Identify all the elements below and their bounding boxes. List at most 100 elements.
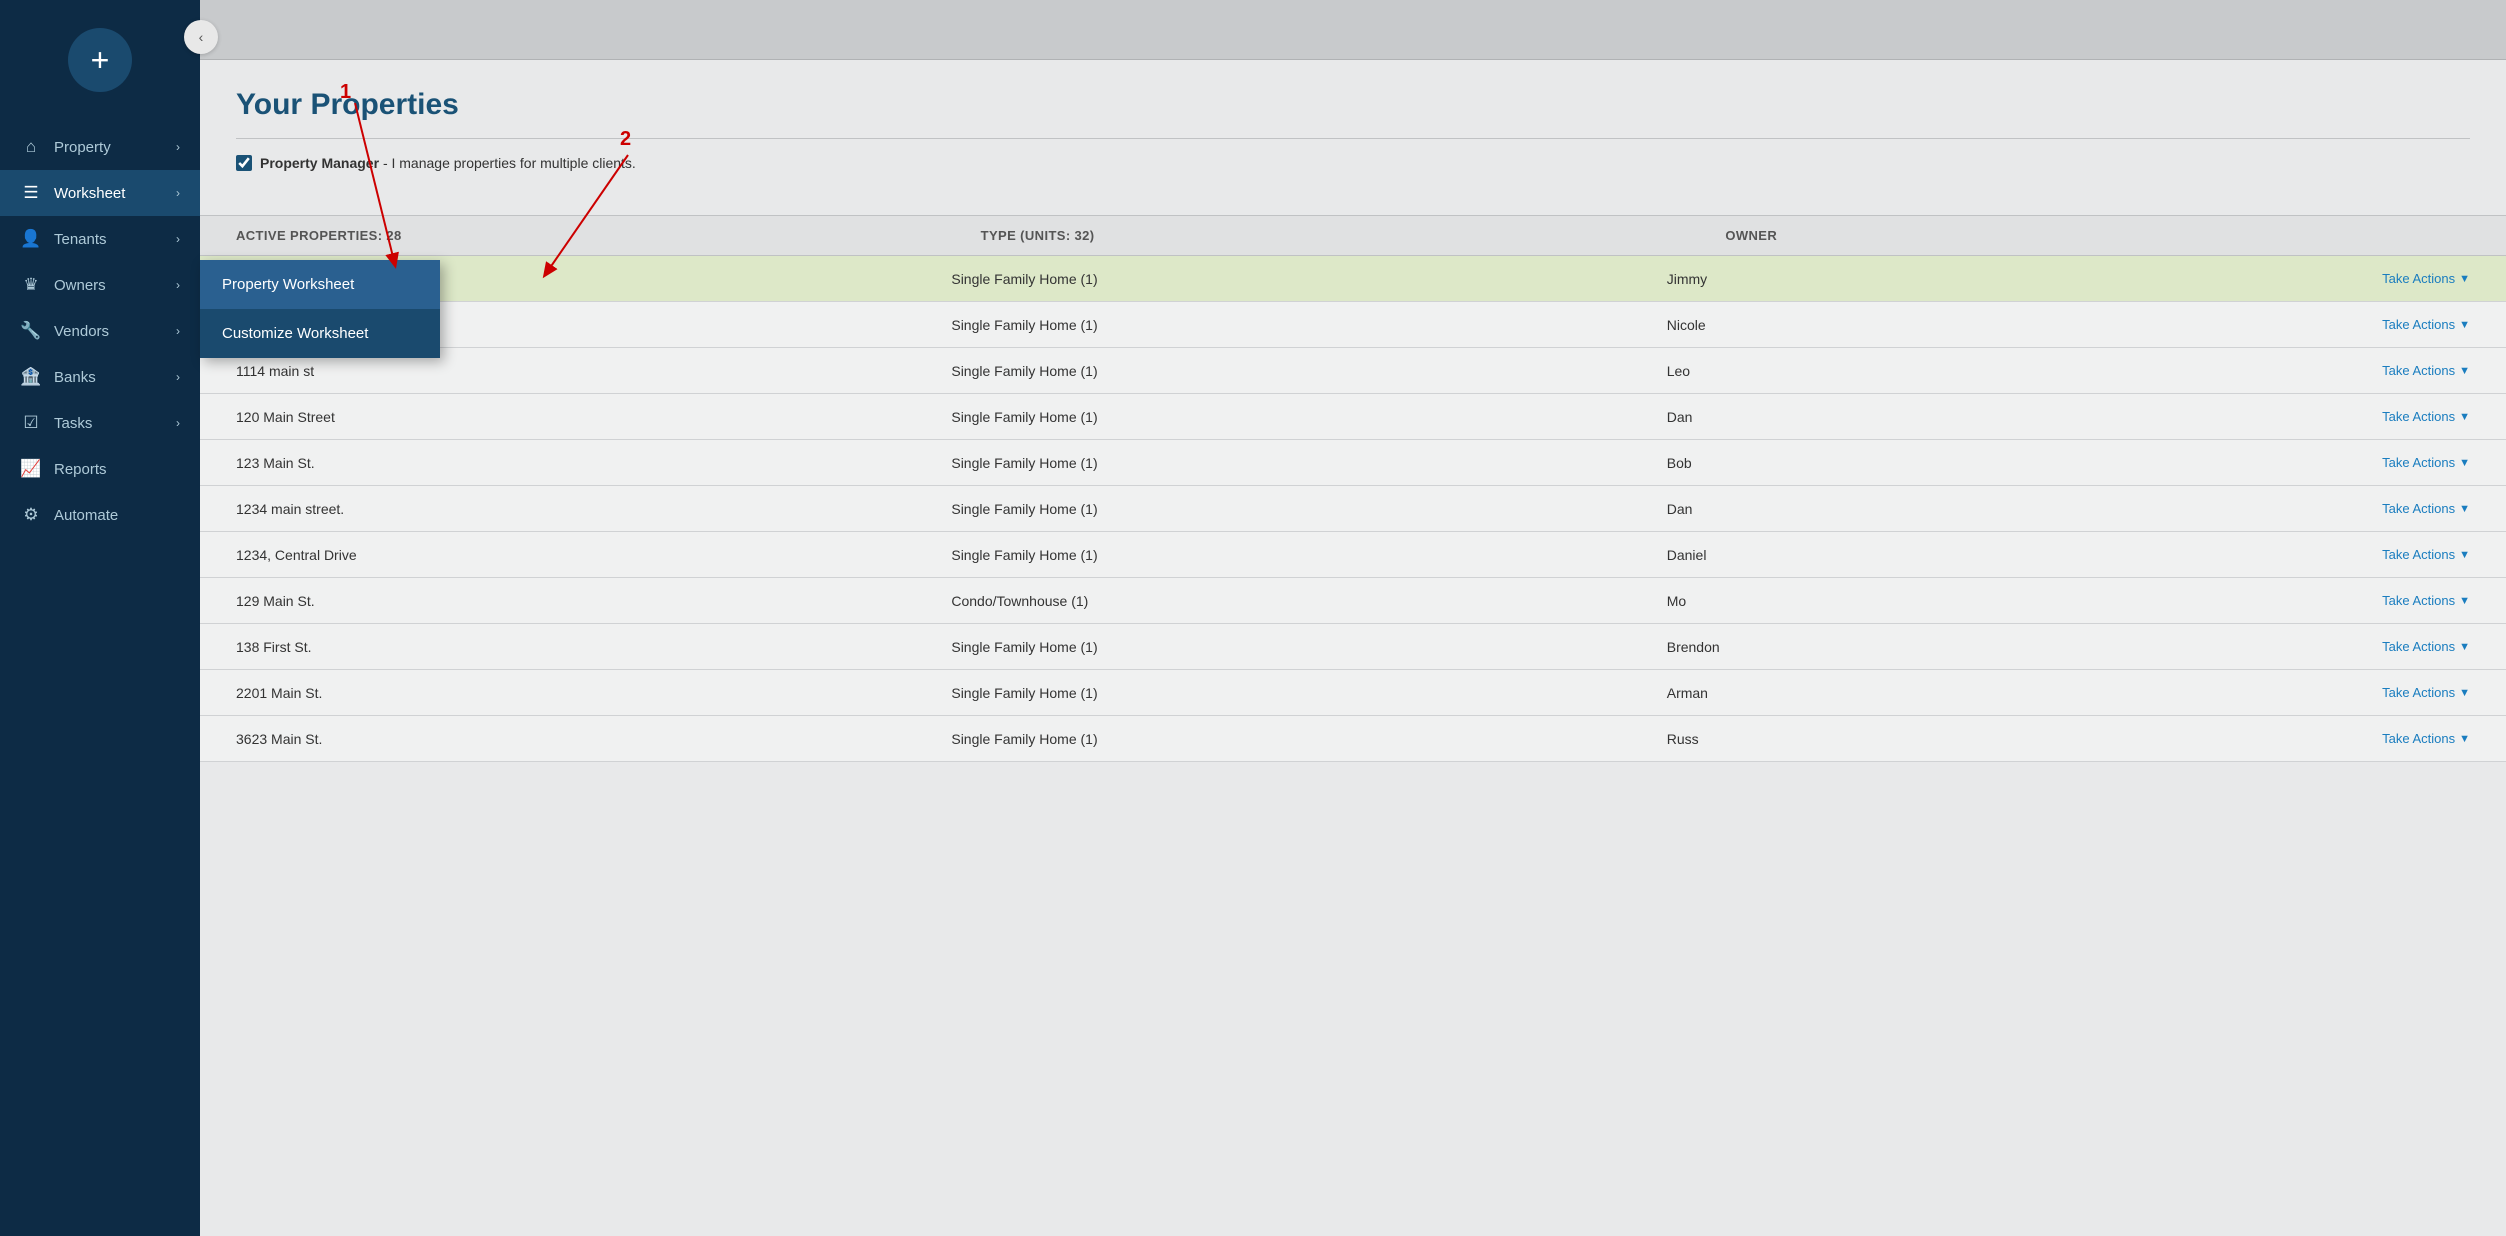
cell-owner: Dan bbox=[1667, 409, 2382, 425]
take-actions-label: Take Actions bbox=[2382, 317, 2455, 332]
cell-type: Single Family Home (1) bbox=[951, 685, 1666, 701]
property-manager-label: Property Manager - I manage properties f… bbox=[260, 155, 636, 171]
take-actions-button[interactable]: Take Actions ▼ bbox=[2382, 455, 2470, 470]
sidebar-item-tasks[interactable]: ☑ Tasks › bbox=[0, 400, 200, 446]
sidebar-label-tasks: Tasks bbox=[54, 415, 176, 432]
take-actions-label: Take Actions bbox=[2382, 271, 2455, 286]
cell-address: 129 Main St. bbox=[236, 593, 951, 609]
table-header: ACTIVE PROPERTIES: 28 Type (Units: 32) O… bbox=[200, 215, 2506, 256]
sidebar-item-reports[interactable]: 📈 Reports bbox=[0, 446, 200, 492]
cell-actions[interactable]: Take Actions ▼ bbox=[2382, 547, 2470, 562]
cell-owner: Bob bbox=[1667, 455, 2382, 471]
sidebar-label-automate: Automate bbox=[54, 507, 180, 524]
cell-actions[interactable]: Take Actions ▼ bbox=[2382, 685, 2470, 700]
tasks-icon: ☑ bbox=[20, 412, 42, 434]
take-actions-button[interactable]: Take Actions ▼ bbox=[2382, 547, 2470, 562]
sidebar-item-vendors[interactable]: 🔧 Vendors › bbox=[0, 308, 200, 354]
property-manager-checkbox[interactable] bbox=[236, 155, 252, 171]
chevron-right-icon-owners: › bbox=[176, 278, 180, 292]
sidebar-item-worksheet[interactable]: ☰ Worksheet › bbox=[0, 170, 200, 216]
property-manager-row: Property Manager - I manage properties f… bbox=[236, 155, 2470, 171]
divider bbox=[236, 138, 2470, 139]
table-row: 120 Main Street Single Family Home (1) D… bbox=[200, 394, 2506, 440]
sidebar-logo: + bbox=[0, 0, 200, 116]
cell-owner: Dan bbox=[1667, 501, 2382, 517]
take-actions-button[interactable]: Take Actions ▼ bbox=[2382, 501, 2470, 516]
chevron-right-icon-banks: › bbox=[176, 370, 180, 384]
sidebar-label-worksheet: Worksheet bbox=[54, 185, 176, 202]
cell-actions[interactable]: Take Actions ▼ bbox=[2382, 317, 2470, 332]
cell-owner: Nicole bbox=[1667, 317, 2382, 333]
cell-owner: Arman bbox=[1667, 685, 2382, 701]
cell-address: 123 Main St. bbox=[236, 455, 951, 471]
submenu-item-property-worksheet[interactable]: Property Worksheet bbox=[200, 260, 440, 309]
cell-owner: Leo bbox=[1667, 363, 2382, 379]
cell-owner: Brendon bbox=[1667, 639, 2382, 655]
take-actions-button[interactable]: Take Actions ▼ bbox=[2382, 685, 2470, 700]
take-actions-button[interactable]: Take Actions ▼ bbox=[2382, 731, 2470, 746]
cell-actions[interactable]: Take Actions ▼ bbox=[2382, 363, 2470, 378]
cell-type: Single Family Home (1) bbox=[951, 639, 1666, 655]
chevron-right-icon: › bbox=[176, 140, 180, 154]
sidebar-label-property: Property bbox=[54, 139, 176, 156]
cell-type: Single Family Home (1) bbox=[951, 271, 1666, 287]
take-actions-button[interactable]: Take Actions ▼ bbox=[2382, 363, 2470, 378]
cell-type: Single Family Home (1) bbox=[951, 501, 1666, 517]
pm-bold-label: Property Manager bbox=[260, 155, 379, 171]
table-row: 3623 Main St. Single Family Home (1) Rus… bbox=[200, 716, 2506, 762]
sidebar-item-owners[interactable]: ♛ Owners › bbox=[0, 262, 200, 308]
take-actions-button[interactable]: Take Actions ▼ bbox=[2382, 271, 2470, 286]
table-row: 123 Main St. Single Family Home (1) Bob … bbox=[200, 440, 2506, 486]
banks-icon: 🏦 bbox=[20, 366, 42, 388]
chevron-left-icon: ‹ bbox=[199, 29, 204, 45]
worksheet-icon: ☰ bbox=[20, 182, 42, 204]
cell-type: Single Family Home (1) bbox=[951, 363, 1666, 379]
cell-actions[interactable]: Take Actions ▼ bbox=[2382, 731, 2470, 746]
sidebar-item-automate[interactable]: ⚙ Automate bbox=[0, 492, 200, 538]
cell-actions[interactable]: Take Actions ▼ bbox=[2382, 639, 2470, 654]
sidebar-navigation: ⌂ Property › ☰ Worksheet › 👤 Tenants › ♛… bbox=[0, 116, 200, 1236]
cell-type: Single Family Home (1) bbox=[951, 455, 1666, 471]
submenu-item-customize-worksheet[interactable]: Customize Worksheet bbox=[200, 309, 440, 358]
add-button[interactable]: + bbox=[68, 28, 132, 92]
home-icon: ⌂ bbox=[20, 136, 42, 158]
take-actions-button[interactable]: Take Actions ▼ bbox=[2382, 593, 2470, 608]
table-row: 2201 Main St. Single Family Home (1) Arm… bbox=[200, 670, 2506, 716]
sidebar-label-tenants: Tenants bbox=[54, 231, 176, 248]
sidebar-label-vendors: Vendors bbox=[54, 323, 176, 340]
cell-actions[interactable]: Take Actions ▼ bbox=[2382, 455, 2470, 470]
tenants-icon: 👤 bbox=[20, 228, 42, 250]
properties-table-container: ACTIVE PROPERTIES: 28 Type (Units: 32) O… bbox=[200, 215, 2506, 762]
dropdown-arrow-icon: ▼ bbox=[2459, 641, 2470, 653]
sidebar-collapse-button[interactable]: ‹ bbox=[184, 20, 218, 54]
dropdown-arrow-icon: ▼ bbox=[2459, 503, 2470, 515]
dropdown-arrow-icon: ▼ bbox=[2459, 365, 2470, 377]
owners-icon: ♛ bbox=[20, 274, 42, 296]
take-actions-label: Take Actions bbox=[2382, 731, 2455, 746]
sidebar-item-tenants[interactable]: 👤 Tenants › bbox=[0, 216, 200, 262]
automate-icon: ⚙ bbox=[20, 504, 42, 526]
cell-type: Single Family Home (1) bbox=[951, 547, 1666, 563]
cell-owner: Mo bbox=[1667, 593, 2382, 609]
take-actions-label: Take Actions bbox=[2382, 593, 2455, 608]
cell-owner: Daniel bbox=[1667, 547, 2382, 563]
take-actions-button[interactable]: Take Actions ▼ bbox=[2382, 639, 2470, 654]
chevron-right-icon-vendors: › bbox=[176, 324, 180, 338]
sidebar-item-property[interactable]: ⌂ Property › bbox=[0, 124, 200, 170]
take-actions-label: Take Actions bbox=[2382, 409, 2455, 424]
col-address: ACTIVE PROPERTIES: 28 bbox=[236, 228, 981, 243]
take-actions-button[interactable]: Take Actions ▼ bbox=[2382, 409, 2470, 424]
col-type: Type (Units: 32) bbox=[981, 228, 1726, 243]
page-header: Your Properties Property Manager - I man… bbox=[200, 60, 2506, 215]
plus-icon: + bbox=[91, 42, 110, 79]
take-actions-label: Take Actions bbox=[2382, 547, 2455, 562]
dropdown-arrow-icon: ▼ bbox=[2459, 319, 2470, 331]
cell-actions[interactable]: Take Actions ▼ bbox=[2382, 409, 2470, 424]
take-actions-button[interactable]: Take Actions ▼ bbox=[2382, 317, 2470, 332]
cell-actions[interactable]: Take Actions ▼ bbox=[2382, 501, 2470, 516]
cell-actions[interactable]: Take Actions ▼ bbox=[2382, 271, 2470, 286]
cell-actions[interactable]: Take Actions ▼ bbox=[2382, 593, 2470, 608]
sidebar-item-banks[interactable]: 🏦 Banks › bbox=[0, 354, 200, 400]
worksheet-submenu: Property Worksheet Customize Worksheet bbox=[200, 260, 440, 358]
submenu-label-property-worksheet: Property Worksheet bbox=[222, 276, 354, 293]
